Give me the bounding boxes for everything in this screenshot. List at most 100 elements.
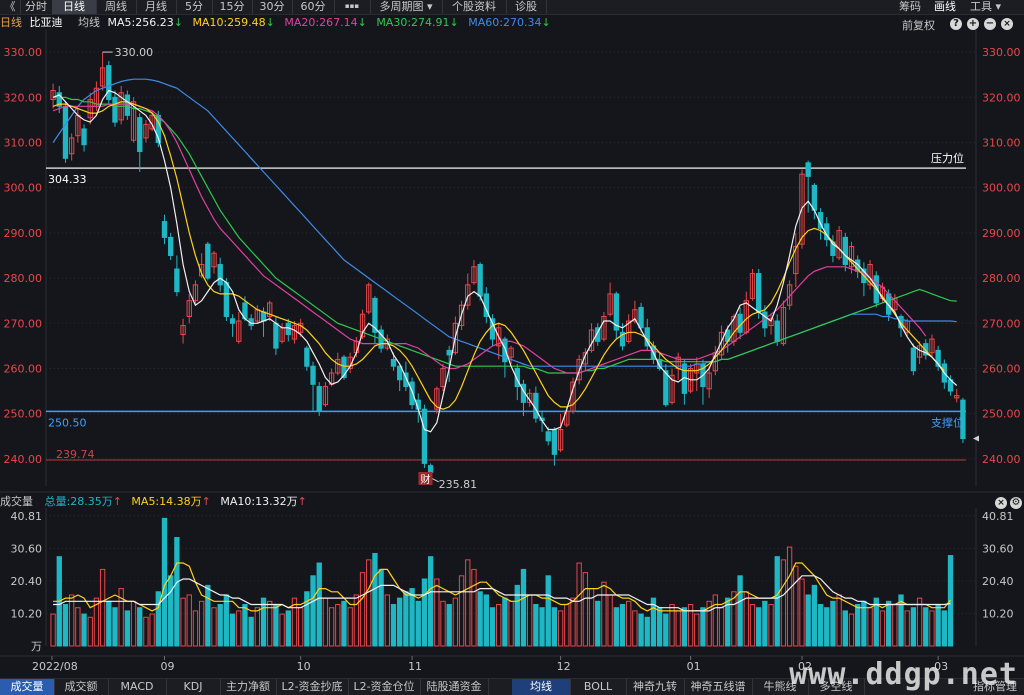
- tab-l2-bottom[interactable]: L2-资金抄底: [276, 679, 349, 695]
- volume-bar: [217, 604, 223, 647]
- volume-bar: [700, 607, 706, 647]
- volume-bar: [390, 604, 397, 647]
- volume-bar: [892, 604, 898, 647]
- candle-body: [260, 311, 267, 322]
- candle-body: [205, 243, 211, 279]
- ma20-line: [52, 103, 927, 374]
- tab-five-lines[interactable]: 神奇五线谱: [684, 679, 753, 695]
- candle-body: [137, 117, 143, 153]
- volume-bar: [372, 552, 378, 647]
- y-tick-label-right: 260.00: [982, 362, 1021, 375]
- volume-bar: [774, 556, 780, 647]
- volume-bar: [520, 568, 527, 647]
- candle-body: [168, 236, 174, 256]
- candle-body: [545, 431, 551, 442]
- ma30-line: [53, 96, 957, 374]
- close-volume-icon[interactable]: ×: [995, 497, 1007, 509]
- volume-bar: [638, 613, 644, 647]
- ma10-line: [52, 101, 945, 410]
- candle-body: [663, 370, 669, 406]
- volume-bar: [458, 575, 465, 647]
- volume-bar: [799, 578, 805, 647]
- candle-body: [106, 65, 112, 101]
- y-tick-label-right: 280.00: [982, 272, 1021, 285]
- candle-body: [316, 386, 322, 412]
- volume-bar: [465, 559, 471, 647]
- volume-bar: [403, 591, 409, 647]
- volume-bar: [87, 616, 93, 647]
- x-tick-label: 12: [557, 660, 571, 673]
- y-tick-label-left: 310.00: [4, 136, 43, 149]
- volume-bar: [718, 607, 725, 647]
- vol-unit-label: 万: [31, 640, 42, 653]
- volume-bar: [811, 584, 818, 647]
- volume-bar: [817, 604, 824, 647]
- volume-bar: [526, 594, 533, 647]
- volume-bar: [180, 597, 186, 647]
- volume-bar: [805, 594, 811, 647]
- volume-bar: [198, 600, 205, 647]
- x-tick-label: 11: [408, 660, 422, 673]
- resistance-value: 304.33: [48, 173, 87, 186]
- kline-chart[interactable]: 330.00 330.00 320.00 320.00 310.00 310.00 300.…: [0, 0, 1024, 680]
- volume-bar: [681, 607, 688, 647]
- low-label: 235.81: [439, 478, 478, 491]
- tab-turnover[interactable]: 成交额: [54, 679, 109, 695]
- volume-bar: [316, 562, 322, 647]
- volume-bar: [904, 610, 910, 647]
- volume-bar: [106, 600, 112, 647]
- volume-bar: [564, 604, 570, 647]
- volume-bar: [935, 604, 941, 647]
- y-tick-label-left: 260.00: [4, 362, 43, 375]
- tab-l2-position[interactable]: L2-资金仓位: [348, 679, 421, 695]
- volume-bar: [62, 604, 69, 647]
- volume-bar: [595, 600, 601, 647]
- tab-kdj[interactable]: KDJ: [166, 679, 221, 695]
- low-line-value: 239.74: [56, 448, 95, 461]
- volume-bar: [632, 610, 638, 647]
- volume-bar: [471, 568, 477, 647]
- y-tick-label-left: 270.00: [4, 317, 43, 330]
- candle-body: [229, 318, 236, 324]
- volume-bar: [508, 600, 514, 647]
- high-label: 330.00: [115, 46, 154, 59]
- volume-bar: [768, 604, 774, 647]
- y-tick-label-left: 300.00: [4, 182, 43, 195]
- tab-main-net[interactable]: 主力净额: [220, 679, 277, 695]
- volume-bar: [335, 604, 341, 647]
- volume-bar: [236, 610, 242, 647]
- up-arrow-icon: ↑: [112, 495, 122, 508]
- y-tick-label-right: 270.00: [982, 317, 1021, 330]
- up-arrow-icon: ↑: [297, 495, 307, 508]
- volume-bar: [923, 607, 929, 647]
- tab-ma[interactable]: 均线: [512, 679, 571, 695]
- candle-body: [310, 365, 316, 385]
- vol-y-tick-left: 10.20: [11, 607, 43, 620]
- volume-bar: [168, 575, 174, 647]
- settings-icon[interactable]: ⚙: [1010, 497, 1022, 509]
- candle-body: [842, 236, 848, 266]
- volume-bar: [68, 594, 75, 647]
- volume-bar: [81, 613, 87, 647]
- candle-body: [124, 94, 131, 116]
- y-tick-label-right: 330.00: [982, 46, 1021, 59]
- volume-bar: [929, 610, 935, 647]
- tab-northbound[interactable]: 陆股通资金: [420, 679, 489, 695]
- volume-bar: [50, 613, 56, 647]
- candle-body: [421, 408, 428, 464]
- tab-td9[interactable]: 神奇九转: [626, 679, 685, 695]
- volume-bar: [607, 594, 613, 647]
- volume-bar: [174, 537, 180, 647]
- volume-bar: [910, 607, 917, 647]
- volume-bar: [539, 607, 545, 647]
- tab-boll[interactable]: BOLL: [570, 679, 627, 695]
- volume-bar: [489, 607, 496, 647]
- volume-bar: [223, 594, 230, 647]
- support-label: 支撑位: [931, 415, 964, 429]
- tab-volume[interactable]: 成交量: [0, 679, 55, 695]
- tab-macd[interactable]: MACD: [108, 679, 167, 695]
- volume-bar: [793, 565, 799, 647]
- volume-bar: [941, 610, 948, 647]
- volume-bar: [440, 600, 446, 647]
- volume-bar: [427, 556, 434, 647]
